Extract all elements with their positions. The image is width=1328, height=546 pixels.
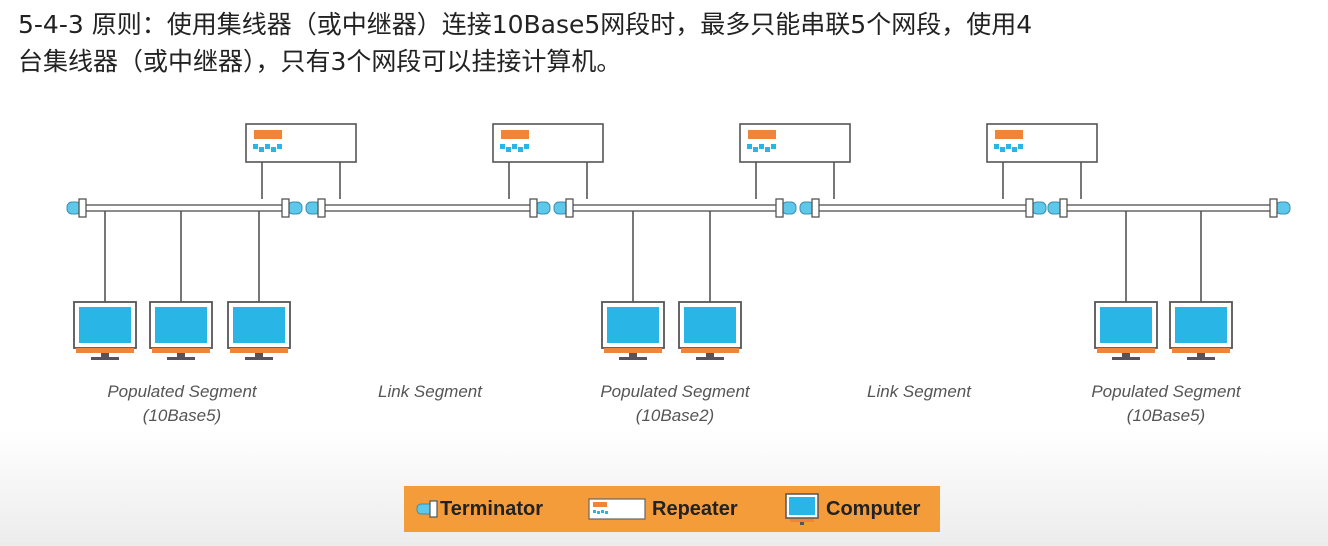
segment-label-5: Populated Segment (10Base5) (1046, 380, 1286, 428)
repeater-display (254, 130, 282, 139)
computer-foot (1187, 357, 1215, 360)
terminator-icon-cap (1031, 201, 1047, 215)
computer-stand (177, 353, 185, 357)
computer-screen (79, 307, 131, 343)
terminator-icon-cap (287, 201, 303, 215)
computer-screen (155, 307, 207, 343)
computer-base (152, 348, 210, 353)
computer-screen (684, 307, 736, 343)
computer-stand (255, 353, 263, 357)
repeater-port (747, 144, 752, 149)
terminator-icon (811, 198, 820, 218)
computer-icon (785, 493, 819, 525)
legend: Terminator Repeater Computer (404, 486, 940, 532)
computer-stand (1122, 353, 1130, 357)
computer-base (230, 348, 288, 353)
repeater-port (1000, 147, 1005, 152)
repeater-port (253, 144, 258, 149)
segment-5-type: (10Base5) (1126, 406, 1206, 425)
legend-terminator-label: Terminator (440, 497, 543, 520)
terminator-icon (1269, 198, 1278, 218)
legend-computer-label: Computer (826, 497, 921, 520)
computer-foot (619, 357, 647, 360)
repeater-port (759, 144, 764, 149)
computer-stand (706, 353, 714, 357)
repeater-port (994, 144, 999, 149)
repeater-port (753, 147, 758, 152)
segment-label-3: Populated Segment (10Base2) (555, 380, 795, 428)
segment-4-title: Link Segment (867, 382, 971, 401)
computer-screen (1100, 307, 1152, 343)
terminator-icon-cap (1275, 201, 1291, 215)
repeater-port (765, 147, 770, 152)
repeater-port (1018, 144, 1023, 149)
segment-3-title: Populated Segment (600, 382, 750, 401)
repeater-port (265, 144, 270, 149)
segment-label-1: Populated Segment (10Base5) (62, 380, 302, 428)
network-diagram (66, 123, 1291, 360)
repeater-icon (245, 123, 357, 163)
computer-foot (696, 357, 724, 360)
repeater-port (259, 147, 264, 152)
repeater-port (1006, 144, 1011, 149)
terminator-icon (78, 198, 87, 218)
computer-base (1097, 348, 1155, 353)
repeater-display (995, 130, 1023, 139)
repeater-icon (739, 123, 851, 163)
computer-base (1172, 348, 1230, 353)
computer-base (681, 348, 739, 353)
computer-base (76, 348, 134, 353)
segment-1-title: Populated Segment (107, 382, 257, 401)
computer-stand (629, 353, 637, 357)
repeater-icon (588, 498, 646, 520)
repeater-port (524, 144, 529, 149)
repeater-display (501, 130, 529, 139)
computer-foot (91, 357, 119, 360)
repeater-port (771, 144, 776, 149)
computer-base (604, 348, 662, 353)
computer-stand (101, 353, 109, 357)
terminator-icon (1059, 198, 1068, 218)
repeater-port (518, 147, 523, 152)
legend-item-repeater: Repeater (588, 486, 738, 532)
segment-label-4: Link Segment (799, 380, 1039, 404)
terminator-icon-cap (535, 201, 551, 215)
terminator-icon (317, 198, 326, 218)
terminator-icon (775, 198, 784, 218)
computer-screen (607, 307, 659, 343)
repeater-port (277, 144, 282, 149)
terminator-icon (281, 198, 290, 218)
computer-foot (1112, 357, 1140, 360)
repeater-port (1012, 147, 1017, 152)
segment-5-title: Populated Segment (1091, 382, 1241, 401)
computer-screen (233, 307, 285, 343)
segment-label-2: Link Segment (310, 380, 550, 404)
repeater-icon (492, 123, 604, 163)
computer-screen (1175, 307, 1227, 343)
repeater-display (748, 130, 776, 139)
segment-1-type: (10Base5) (142, 406, 222, 425)
repeater-port (506, 147, 511, 152)
terminator-icon (529, 198, 538, 218)
repeater-port (500, 144, 505, 149)
computer-stand (1197, 353, 1205, 357)
terminator-icon (416, 500, 438, 518)
terminator-icon (1025, 198, 1034, 218)
repeater-port (271, 147, 276, 152)
repeater-icon (986, 123, 1098, 163)
terminator-icon-cap (781, 201, 797, 215)
computer-foot (167, 357, 195, 360)
legend-item-computer: Computer (784, 486, 920, 532)
computer-foot (245, 357, 273, 360)
legend-repeater-label: Repeater (652, 497, 738, 520)
segment-2-title: Link Segment (378, 382, 482, 401)
legend-item-terminator: Terminator (416, 486, 543, 532)
repeater-port (512, 144, 517, 149)
terminator-icon (565, 198, 574, 218)
segment-3-type: (10Base2) (635, 406, 715, 425)
